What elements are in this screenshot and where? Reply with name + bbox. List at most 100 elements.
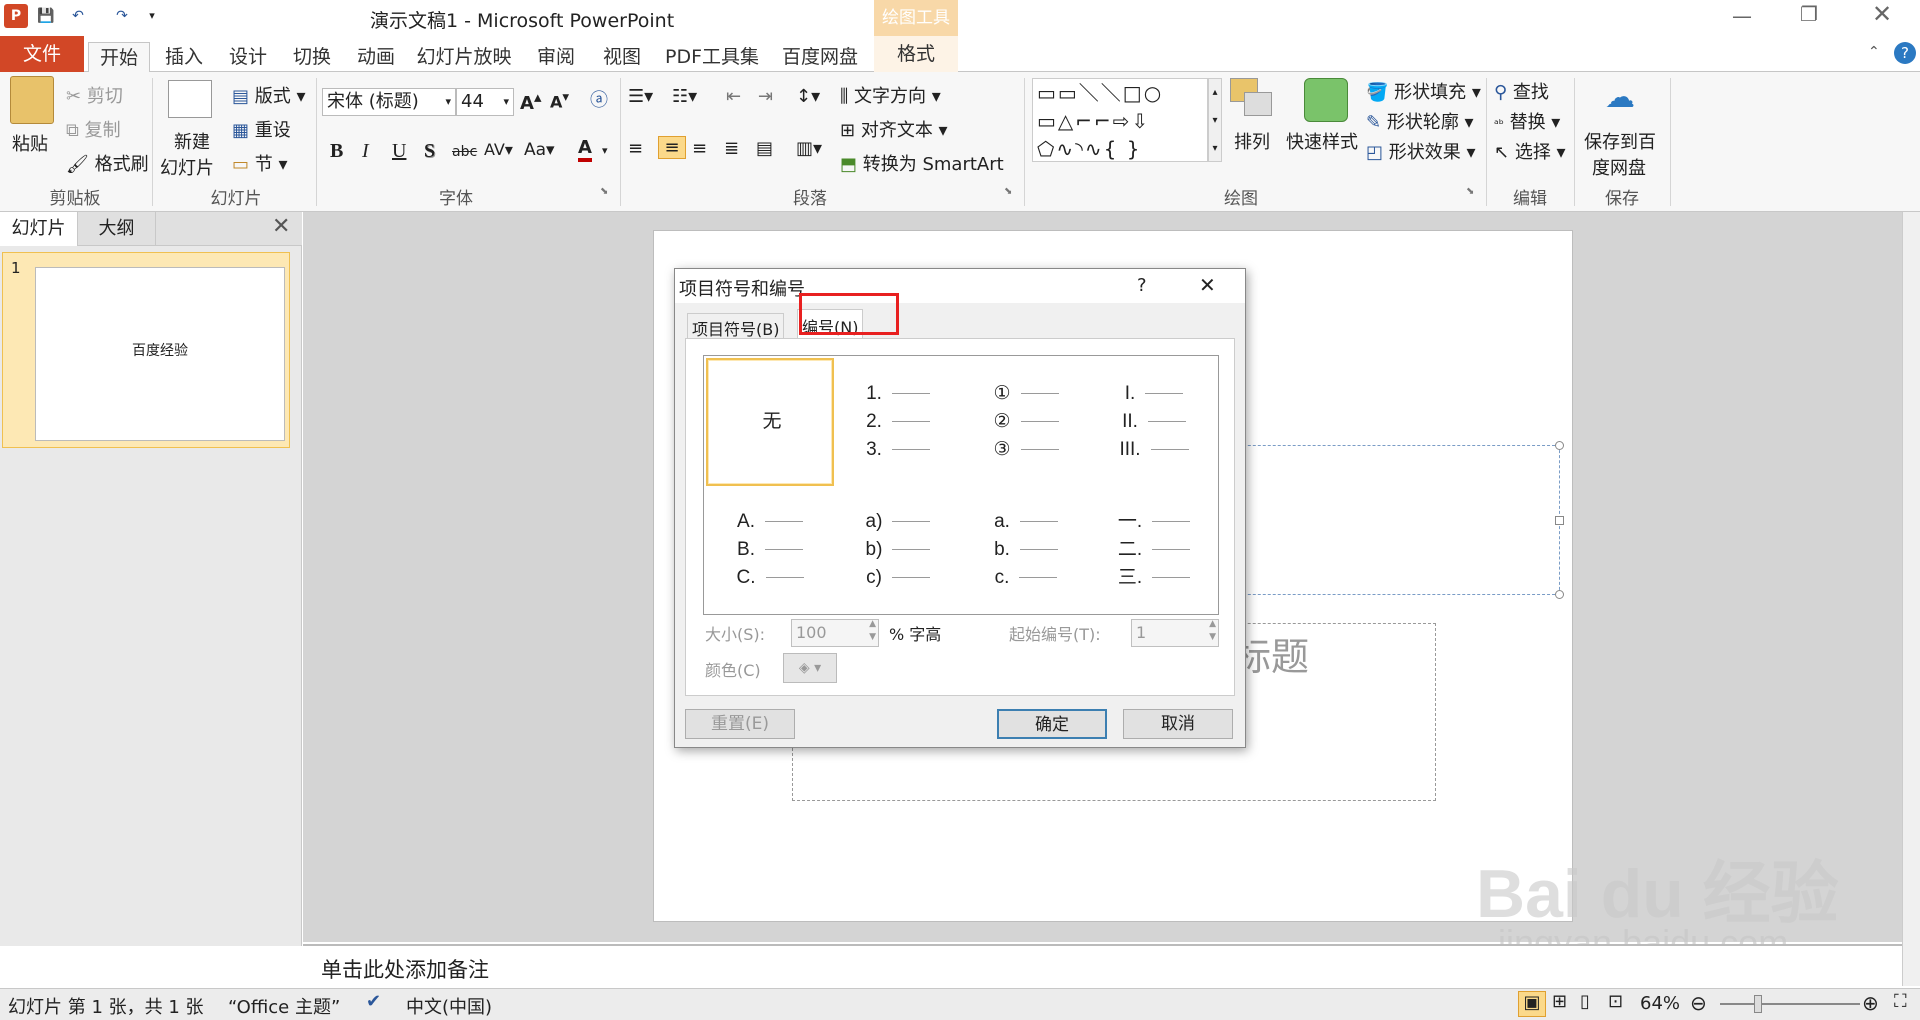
tab-insert[interactable]: 插入	[158, 42, 210, 72]
underline-icon[interactable]: U	[392, 140, 406, 163]
reading-view-icon[interactable]: ▯	[1580, 991, 1590, 1012]
increase-indent-icon[interactable]: ⇥	[758, 86, 773, 107]
paragraph-dialog-launcher-icon[interactable]: ⬊	[1004, 186, 1012, 197]
layout-button[interactable]: ▤ 版式 ▾	[232, 82, 306, 108]
shadow-icon[interactable]: S	[424, 140, 435, 163]
language[interactable]: 中文(中国)	[406, 993, 492, 1019]
text-direction-button[interactable]: ⫼ 文字方向 ▾	[840, 82, 941, 108]
copy-button[interactable]: ⧉ 复制	[66, 116, 121, 142]
slide-thumbnail-selected[interactable]: 1 百度经验	[2, 252, 290, 448]
close-window-icon[interactable]: ✕	[1872, 0, 1892, 28]
tab-file[interactable]: 文件	[0, 36, 84, 72]
bullets-icon[interactable]: ☰▾	[628, 86, 653, 107]
character-spacing-icon[interactable]: AV▾	[484, 140, 513, 159]
tab-transitions[interactable]: 切换	[286, 42, 338, 72]
slideshow-view-icon[interactable]: ⊡	[1608, 991, 1623, 1012]
shrink-font-icon[interactable]: A▾	[550, 90, 569, 111]
numbering-style-option[interactable]: 1. 2. 3.	[834, 358, 962, 486]
tab-bullets[interactable]: 项目符号(B)	[687, 313, 785, 339]
font-dialog-launcher-icon[interactable]: ⬊	[600, 186, 608, 197]
arrange-button[interactable]: 排列	[1234, 128, 1270, 154]
tab-home[interactable]: 开始	[88, 42, 150, 72]
notes-pane[interactable]: 单击此处添加备注	[303, 944, 1903, 986]
zoom-out-icon[interactable]: ⊖	[1690, 991, 1707, 1015]
restore-icon[interactable]: ❐	[1800, 2, 1818, 26]
format-painter-button[interactable]: 🖌 格式刷	[66, 150, 149, 176]
shape-effects-button[interactable]: ◰ 形状效果 ▾	[1366, 138, 1476, 164]
section-button[interactable]: ▭ 节 ▾	[232, 150, 288, 176]
reset-button[interactable]: ▦ 重设	[232, 116, 291, 142]
tab-outline[interactable]: 大纲	[78, 212, 156, 246]
numbering-style-option[interactable]: 一. 二. 三.	[1090, 486, 1218, 614]
tab-slides[interactable]: 幻灯片	[0, 212, 78, 246]
font-color-dropdown-icon[interactable]: ▾	[602, 144, 608, 157]
close-pane-icon[interactable]: ✕	[272, 214, 290, 239]
grow-font-icon[interactable]: A▴	[520, 88, 541, 114]
color-picker[interactable]: ◈ ▾	[783, 653, 837, 683]
align-text-button[interactable]: ⊞ 对齐文本 ▾	[840, 116, 948, 142]
shape-fill-button[interactable]: 🪣 形状填充 ▾	[1366, 78, 1481, 104]
italic-icon[interactable]: I	[362, 140, 369, 163]
new-slide-label-1[interactable]: 新建	[174, 128, 210, 154]
help-icon[interactable]: ?	[1894, 42, 1916, 64]
resize-handle[interactable]	[1555, 590, 1564, 599]
quick-styles-button[interactable]: 快速样式	[1286, 128, 1358, 154]
paste-icon[interactable]	[10, 76, 54, 124]
change-case-icon[interactable]: Aa▾	[524, 140, 555, 160]
smartart-button[interactable]: ⬒ 转换为 SmartArt	[840, 150, 1004, 176]
arrange-icon[interactable]	[1230, 78, 1278, 122]
resize-handle[interactable]	[1555, 516, 1564, 525]
font-size-select[interactable]: 44 ▾	[456, 88, 514, 116]
bold-icon[interactable]: B	[330, 140, 343, 163]
replace-button[interactable]: ᵃᵇ 替换 ▾	[1494, 108, 1560, 134]
align-right-icon[interactable]: ≡	[692, 138, 707, 159]
shapes-gallery-scroll[interactable]: ▴ ▾ ▾	[1208, 78, 1222, 162]
cancel-button[interactable]: 取消	[1123, 709, 1233, 739]
save-icon[interactable]: 💾	[34, 4, 58, 28]
resize-handle[interactable]	[1555, 441, 1564, 450]
zoom-level[interactable]: 64%	[1640, 993, 1680, 1014]
dialog-close-icon[interactable]: ✕	[1199, 273, 1216, 297]
drawing-dialog-launcher-icon[interactable]: ⬊	[1466, 186, 1474, 197]
tab-review[interactable]: 审阅	[530, 42, 582, 72]
fit-to-window-icon[interactable]: ⛶	[1894, 991, 1907, 1012]
tab-format[interactable]: 格式	[874, 36, 958, 72]
zoom-in-icon[interactable]: ⊕	[1862, 991, 1879, 1015]
save-baidu-label-1[interactable]: 保存到百	[1584, 128, 1656, 154]
size-spinner[interactable]: 100 ▲ ▼	[791, 619, 879, 647]
numbering-style-option[interactable]: ① ② ③	[962, 358, 1090, 486]
tab-design[interactable]: 设计	[222, 42, 274, 72]
vertical-scrollbar[interactable]	[1902, 212, 1920, 986]
dialog-help-icon[interactable]: ?	[1137, 275, 1147, 296]
tab-view[interactable]: 视图	[596, 42, 648, 72]
new-slide-label-2[interactable]: 幻灯片	[160, 154, 214, 180]
save-baidu-label-2[interactable]: 度网盘	[1592, 154, 1646, 180]
distributed-icon[interactable]: ▤	[756, 138, 773, 159]
collapse-ribbon-icon[interactable]: ⌃	[1868, 44, 1880, 60]
minimize-icon[interactable]: —	[1732, 4, 1752, 28]
tab-pdf-tools[interactable]: PDF工具集	[664, 42, 760, 72]
spellcheck-icon[interactable]: ✔	[366, 991, 381, 1012]
decrease-indent-icon[interactable]: ⇤	[726, 86, 741, 107]
customize-qat-icon[interactable]: ▾	[140, 4, 164, 28]
start-at-spinner[interactable]: 1 ▲ ▼	[1131, 619, 1219, 647]
normal-view-icon[interactable]: ▣	[1518, 991, 1546, 1017]
numbering-style-option[interactable]: a) b) c)	[834, 486, 962, 614]
align-center-icon[interactable]: ≡	[658, 136, 686, 159]
numbering-icon[interactable]: ☷▾	[672, 86, 697, 107]
columns-icon[interactable]: ▥▾	[796, 138, 822, 159]
numbering-style-none[interactable]: 无	[706, 358, 834, 486]
ok-button[interactable]: 确定	[997, 709, 1107, 739]
font-color-icon[interactable]: A	[578, 138, 592, 162]
theme-name[interactable]: “Office 主题”	[228, 993, 340, 1019]
tab-slideshow[interactable]: 幻灯片放映	[414, 42, 514, 72]
reset-button[interactable]: 重置(E)	[685, 709, 795, 739]
paste-button[interactable]: 粘贴	[12, 130, 48, 156]
select-button[interactable]: ↖ 选择 ▾	[1494, 138, 1566, 164]
tab-baidu-netdisk[interactable]: 百度网盘	[778, 42, 862, 72]
find-button[interactable]: ⚲ 查找	[1494, 78, 1549, 104]
slide-sorter-icon[interactable]: ⊞	[1552, 991, 1567, 1012]
shapes-gallery[interactable]: ▭▭＼＼□○ ▭△⌐⌐⇨⇩ ⬠∿◝∿{ }	[1032, 78, 1208, 162]
zoom-slider[interactable]	[1720, 1003, 1860, 1005]
clear-format-icon[interactable]: ⓐ	[590, 86, 608, 112]
